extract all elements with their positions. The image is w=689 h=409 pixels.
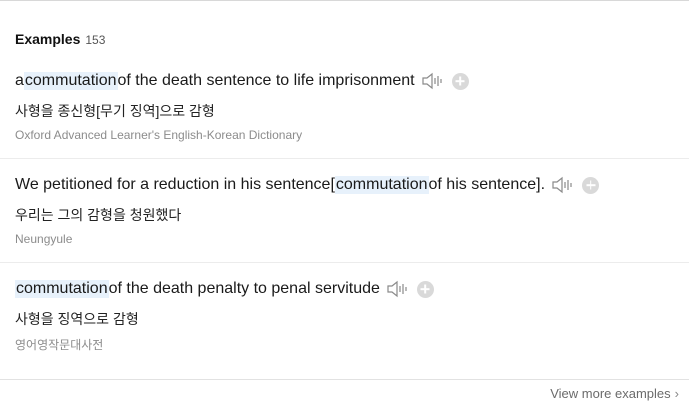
speaker-icon[interactable] [551, 176, 573, 194]
example-sentence: commutation of the death penalty to pena… [15, 280, 434, 298]
sentence-text: a [15, 72, 24, 89]
examples-count: 153 [85, 33, 106, 47]
example-divider [0, 158, 689, 159]
highlighted-term: commutation [334, 176, 429, 194]
chevron-right-icon: › [674, 386, 679, 401]
speaker-icon[interactable] [386, 280, 408, 298]
example-sentence: We petitioned for a reduction in his sen… [15, 176, 600, 194]
example-translation: 우리는 그의 감형을 청원했다 [15, 207, 182, 223]
view-more-examples-link[interactable]: View more examples › [550, 386, 679, 401]
example-translation: 사형을 종신형[무기 징역]으로 감형 [15, 103, 215, 119]
examples-header: Examples 153 [15, 31, 105, 47]
examples-title: Examples [15, 31, 81, 47]
view-more-label: View more examples [550, 386, 671, 401]
example-divider [0, 262, 689, 263]
add-circle-icon[interactable] [582, 176, 600, 194]
example-translation: 사형을 징역으로 감형 [15, 311, 139, 327]
examples-section: Examples 153 a commutation of the death … [0, 0, 689, 409]
sentence-text: of the death sentence to life imprisonme… [117, 72, 415, 89]
add-circle-icon[interactable] [416, 280, 434, 298]
sentence-text: of the death penalty to penal servitude [108, 280, 380, 297]
highlighted-term: commutation [23, 72, 118, 90]
speaker-icon[interactable] [421, 72, 443, 90]
example-source: Neungyule [15, 232, 73, 246]
highlighted-term: commutation [15, 280, 109, 298]
sentence-text: We petitioned for a reduction in his sen… [15, 176, 335, 193]
top-divider [0, 0, 689, 2]
example-sentence: a commutation of the death sentence to l… [15, 72, 469, 90]
example-source: 영어영작문대사전 [15, 338, 104, 352]
add-circle-icon[interactable] [451, 72, 469, 90]
footer-divider [0, 379, 689, 380]
example-source: Oxford Advanced Learner's English-Korean… [15, 128, 303, 142]
sentence-text: of his sentence]. [428, 176, 546, 193]
